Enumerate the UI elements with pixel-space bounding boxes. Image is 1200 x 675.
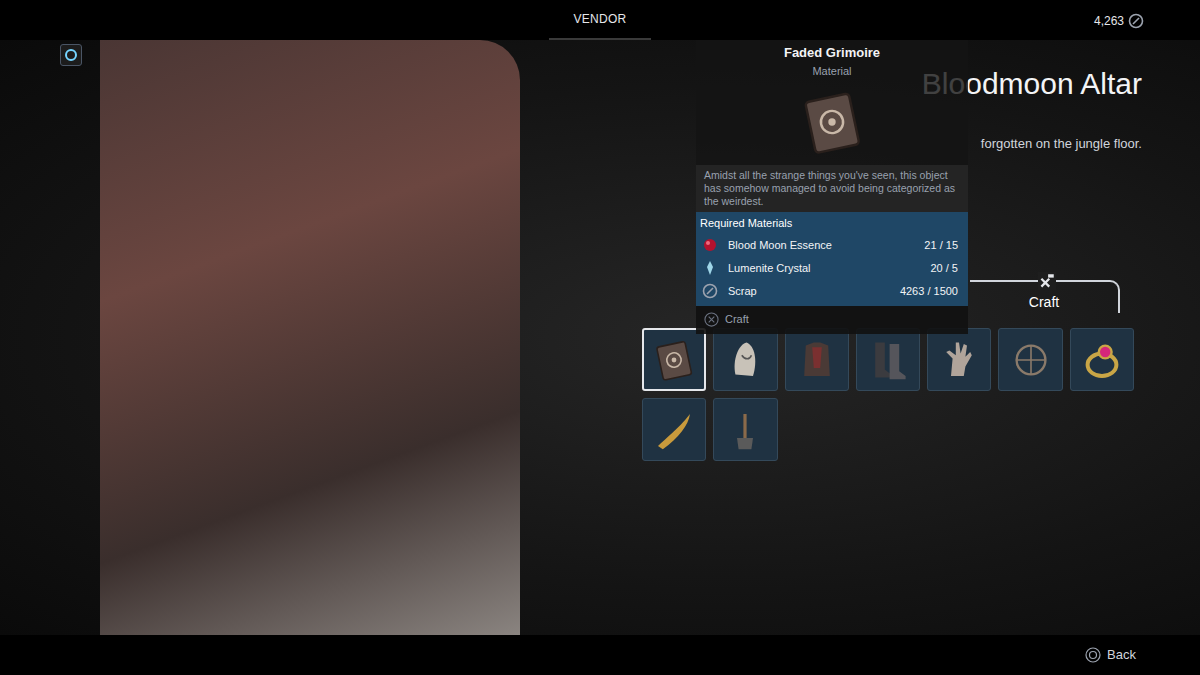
item-slot[interactable] <box>713 398 777 461</box>
preview-panel <box>0 40 640 635</box>
back-button[interactable]: Back <box>1085 645 1136 665</box>
item-slot[interactable] <box>1070 328 1134 391</box>
tooltip-type: Material <box>812 63 851 80</box>
circle-button-icon <box>1085 647 1101 663</box>
item-slot[interactable] <box>927 328 991 391</box>
vendor-tab[interactable]: VENDOR <box>549 0 650 40</box>
hammer-icon <box>721 406 769 454</box>
tooltip-name: Faded Grimoire <box>784 43 880 63</box>
craft-action[interactable]: Craft <box>696 306 968 334</box>
blade-icon <box>650 406 698 454</box>
material-row: Blood Moon Essence21 / 15 <box>700 234 964 257</box>
ring-icon <box>1078 336 1126 384</box>
material-row: Scrap4263 / 1500 <box>700 280 964 303</box>
top-bar: VENDOR 4,263 <box>0 0 1200 40</box>
hammer-wrench-icon <box>1038 272 1056 290</box>
material-row: Lumenite Crystal20 / 5 <box>700 257 964 280</box>
helmet-icon <box>721 336 769 384</box>
item-slot[interactable] <box>856 328 920 391</box>
vendor-screen: VENDOR 4,263 Bloodmoon Altarforgotten on t… <box>0 0 1200 675</box>
amulet-icon <box>1007 336 1055 384</box>
bottom-bar: Back <box>0 635 1200 675</box>
view-toggle-icon[interactable] <box>60 44 82 66</box>
scrap-icon <box>702 283 718 299</box>
tooltip-description: Amidst all the strange things you've see… <box>696 165 968 212</box>
item-slot[interactable] <box>785 328 849 391</box>
altar-render <box>100 40 520 635</box>
currency: 4,263 <box>1094 12 1144 30</box>
item-description: forgotten on the jungle floor. <box>981 136 1142 152</box>
craft-tab[interactable]: Craft <box>970 280 1120 313</box>
item-slot[interactable] <box>642 398 706 461</box>
cross-button-icon <box>704 312 719 327</box>
blood-essence-icon <box>702 237 718 253</box>
materials-panel: Required Materials Blood Moon Essence21 /… <box>696 212 968 306</box>
item-slot[interactable] <box>713 328 777 391</box>
grimoire-icon <box>795 85 869 159</box>
vendor-body: Bloodmoon Altarforgotten on the jungle f… <box>0 40 1200 635</box>
gloves-icon <box>935 336 983 384</box>
item-slot[interactable] <box>642 328 706 391</box>
item-slot[interactable] <box>998 328 1062 391</box>
crystal-icon <box>702 260 718 276</box>
tooltip-header: Faded GrimoireMaterial <box>696 40 968 165</box>
materials-heading: Required Materials <box>700 215 964 232</box>
scrap-icon <box>1128 13 1144 29</box>
armor-icon <box>793 336 841 384</box>
boots-icon <box>864 336 912 384</box>
item-grid <box>642 328 1134 461</box>
grimoire-icon <box>650 336 698 384</box>
item-tooltip: Faded GrimoireMaterialAmidst all the str… <box>696 40 968 334</box>
